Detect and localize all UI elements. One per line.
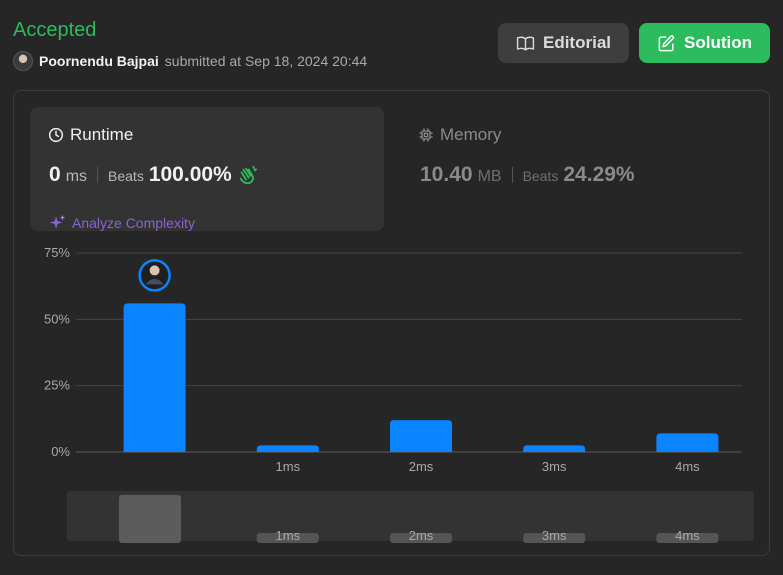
minimap-bar-highlight <box>119 495 181 543</box>
solution-label: Solution <box>684 33 752 52</box>
minimap-label: 4ms <box>675 528 700 543</box>
y-tick-label: 25% <box>44 378 70 393</box>
x-tick-label: 1ms <box>276 459 301 474</box>
chart-bar <box>390 420 452 452</box>
chart-bar <box>123 303 186 452</box>
y-tick-label: 50% <box>44 311 70 326</box>
submission-meta: Poornendu Bajpai submitted at Sep 18, 20… <box>13 51 367 71</box>
avatar-face <box>149 265 160 276</box>
book-open-icon <box>516 36 535 51</box>
result-panel: Runtime 0 ms Beats 100.00% Analyze Compl… <box>13 90 770 556</box>
minimap-label: 1ms <box>276 528 301 543</box>
submitted-time: submitted at Sep 18, 2024 20:44 <box>164 53 368 69</box>
minimap-label: 2ms <box>409 528 434 543</box>
chart-bar <box>256 445 319 452</box>
solution-button[interactable]: Solution <box>639 23 770 63</box>
x-tick-label: 3ms <box>542 459 567 474</box>
x-tick-label: 4ms <box>675 459 700 474</box>
chart-bar <box>523 445 586 452</box>
edit-icon <box>658 34 675 51</box>
editorial-label: Editorial <box>542 33 611 52</box>
x-tick-label: 2ms <box>409 459 434 474</box>
editorial-button[interactable]: Editorial <box>498 23 629 63</box>
username-link[interactable]: Poornendu Bajpai <box>39 53 159 69</box>
y-tick-label: 0% <box>51 444 70 459</box>
chart-bar <box>656 433 719 452</box>
user-avatar[interactable] <box>13 51 33 71</box>
y-tick-label: 75% <box>44 245 70 260</box>
runtime-distribution-chart: 75% 50% 25% 0% 1ms 2ms 3ms 4ms 1ms 2ms 3ms 4ms <box>44 245 754 543</box>
submission-status: Accepted <box>13 19 97 41</box>
minimap-label: 3ms <box>542 528 567 543</box>
